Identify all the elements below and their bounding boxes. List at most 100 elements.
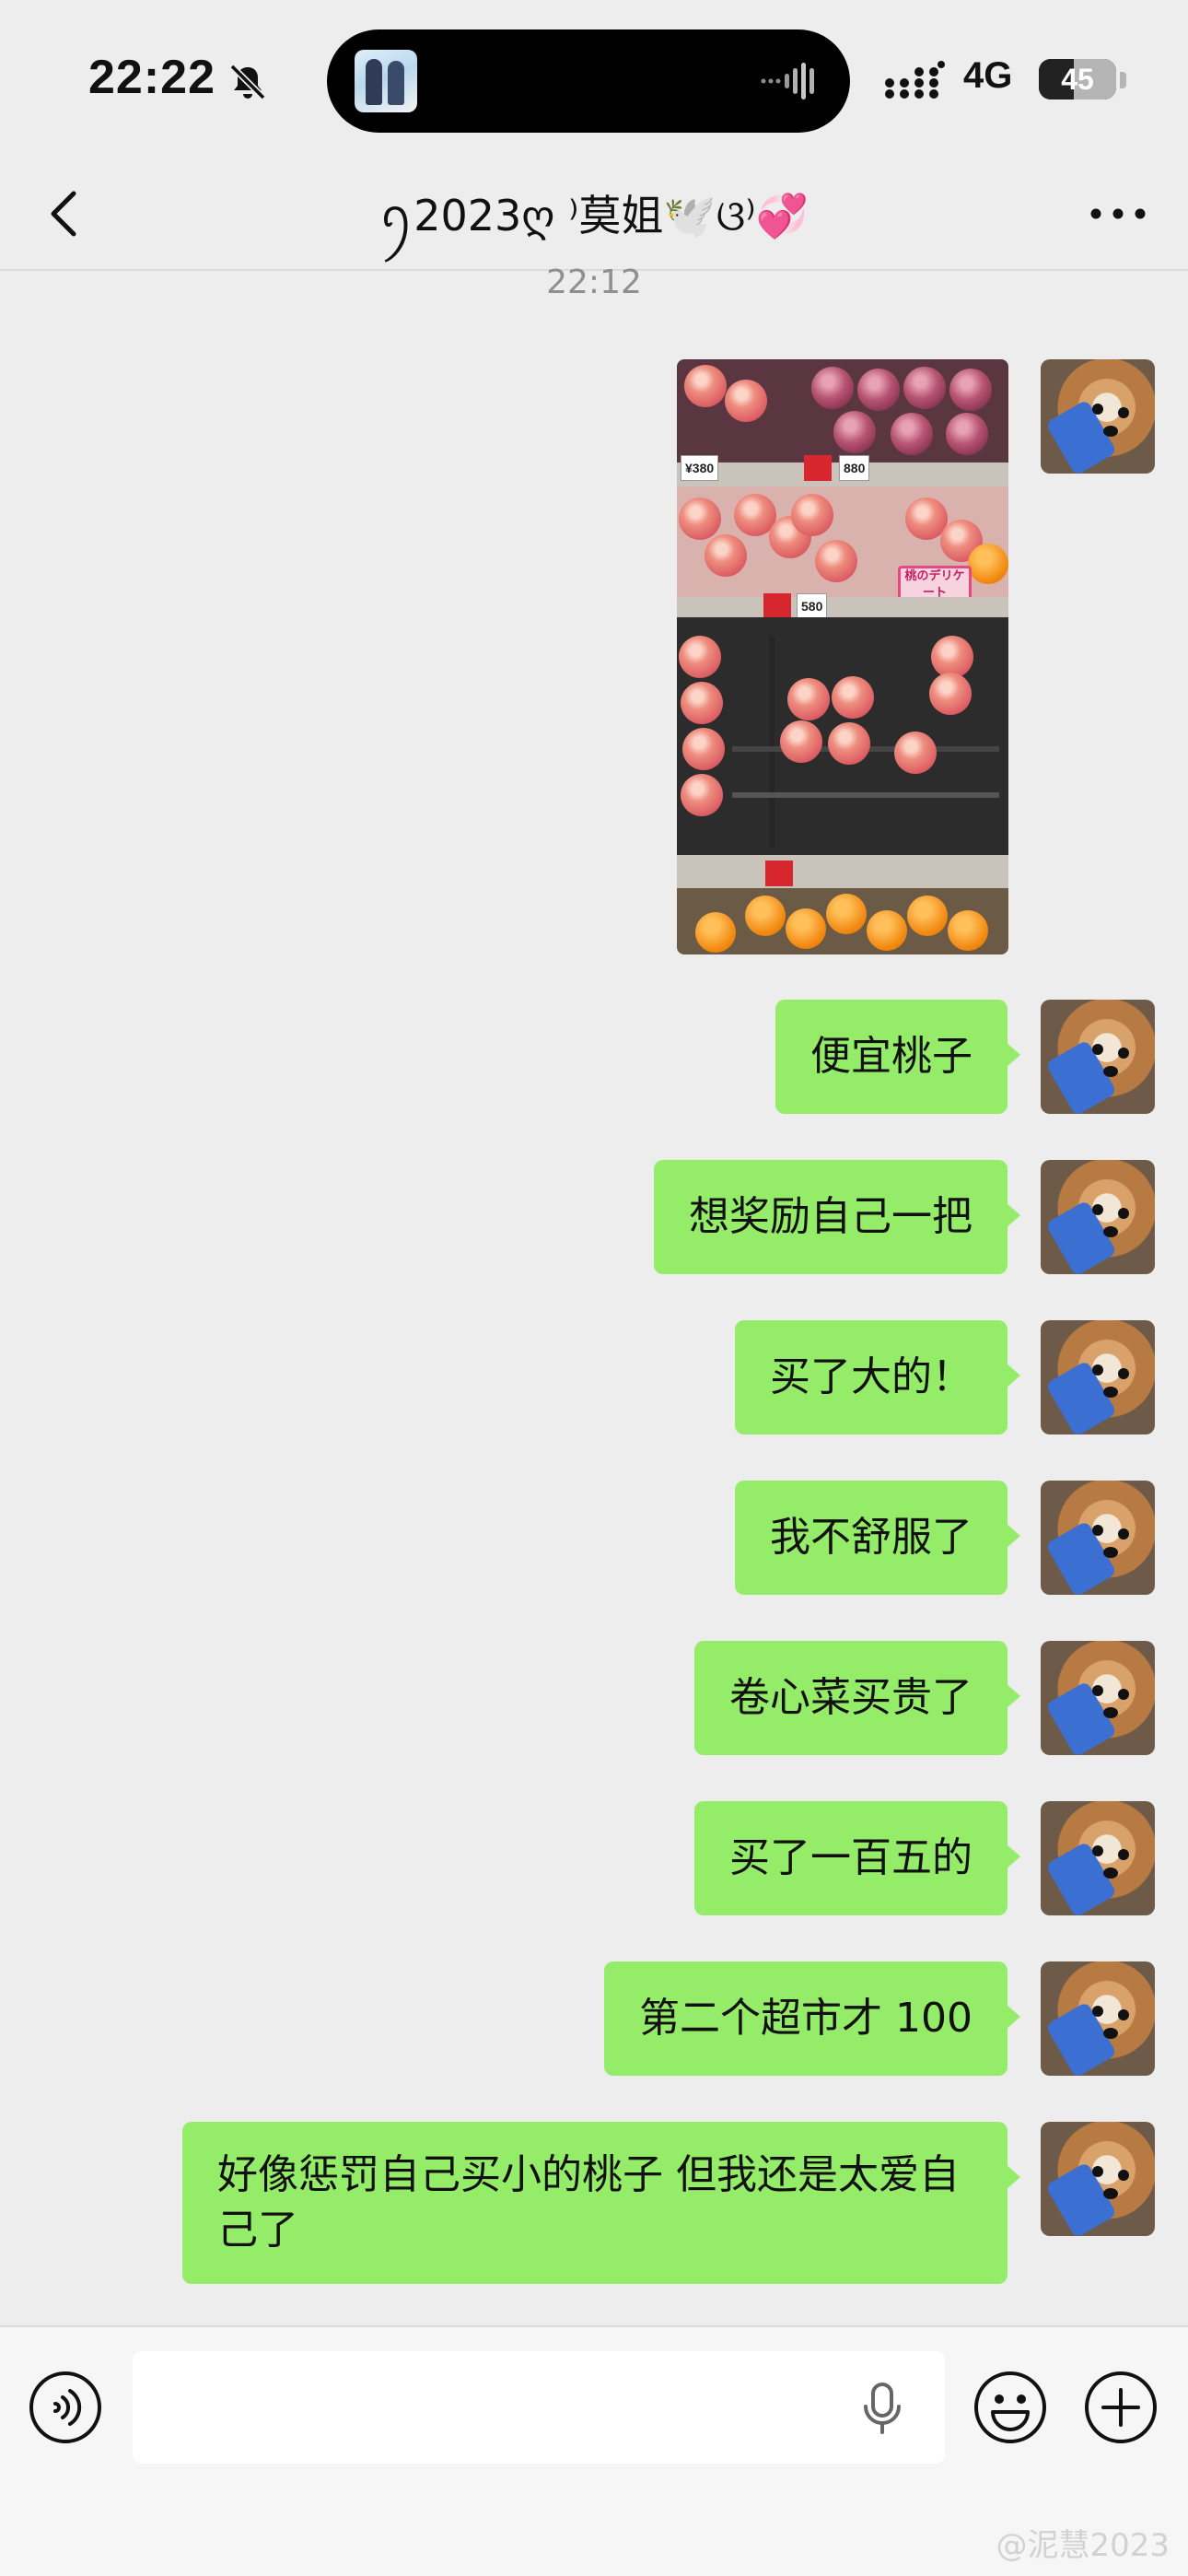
plum (811, 367, 854, 409)
peach (832, 676, 874, 719)
rack-bar (769, 636, 775, 848)
message-bubble[interactable]: 好像惩罚自己买小的桃子 但我还是太爱自己了 (182, 2122, 1020, 2284)
avatar-eye (1118, 1528, 1129, 1540)
battery-icon: 45 (1039, 59, 1116, 100)
orange (948, 910, 988, 951)
avatar-nose (1103, 1387, 1118, 1398)
avatar-phone (1044, 1841, 1118, 1915)
peach (681, 774, 723, 816)
avatar-eye (1118, 407, 1129, 418)
orange (745, 896, 786, 936)
plum (903, 367, 946, 409)
plum (949, 369, 992, 411)
orange (907, 896, 948, 936)
peach (725, 380, 767, 422)
avatar-eye (1092, 404, 1103, 415)
avatar-nose (1103, 2028, 1118, 2039)
chevron-left-icon[interactable] (33, 181, 99, 247)
avatar-eye (1118, 1849, 1129, 1860)
rack-bar (732, 792, 999, 798)
peach (679, 498, 721, 540)
bell-slash-icon (229, 64, 266, 100)
message-timestamp: 22:12 (546, 263, 642, 301)
message-input[interactable] (133, 2351, 945, 2464)
chat-header: ꪆ2023ღ ⁾莫姐🕊️ଓ⁾💞 (0, 157, 1188, 271)
status-time: 22:22 (88, 51, 215, 104)
message-bubble[interactable]: 便宜桃子 (775, 1000, 1020, 1114)
plum (946, 413, 988, 455)
avatar-nose (1103, 1226, 1118, 1237)
peach (894, 732, 937, 774)
avatar-eye (1092, 1204, 1103, 1215)
photo-message[interactable]: ¥380 880 桃のデリケート 580 (677, 359, 1008, 954)
avatar[interactable] (1041, 359, 1155, 474)
peach (684, 365, 727, 407)
avatar-nose (1103, 426, 1118, 437)
avatar-nose (1103, 1707, 1118, 1718)
dynamic-island[interactable] (327, 29, 850, 133)
avatar-eye (1118, 2009, 1129, 2020)
avatar-eye (1118, 1689, 1129, 1700)
avatar-nose (1103, 1066, 1118, 1077)
status-bar: 22:22 4G 45 (0, 0, 1188, 157)
avatar-nose (1103, 1547, 1118, 1558)
message-bubble[interactable]: 买了一百五的 (694, 1801, 1020, 1915)
shelf-edge (677, 597, 1008, 617)
avatar-eye (1092, 1845, 1103, 1856)
message-bubble[interactable]: 买了大的！ (735, 1320, 1020, 1434)
peach (682, 728, 725, 770)
avatar-phone (1044, 2001, 1118, 2076)
avatar-nose (1103, 1868, 1118, 1879)
shelf-edge (677, 855, 1008, 888)
more-icon[interactable] (1081, 181, 1155, 247)
avatar-phone (1044, 1360, 1118, 1434)
voice-icon[interactable] (28, 2370, 103, 2445)
avatar[interactable] (1041, 1961, 1155, 2076)
message-bubble[interactable]: 第二个超市才 100 (604, 1961, 1020, 2076)
message-bubble[interactable]: 卷心菜买贵了 (694, 1641, 1020, 1755)
avatar-eye (1118, 2170, 1129, 2181)
avatar[interactable] (1041, 1000, 1155, 1114)
avatar-eye (1092, 2006, 1103, 2017)
audio-waveform-icon (761, 63, 814, 100)
avatar-eye (1092, 1525, 1103, 1536)
chat-title: ꪆ2023ღ ⁾莫姐🕊️ଓ⁾💞 (379, 191, 809, 240)
orange (695, 912, 736, 953)
peach (780, 720, 822, 763)
message-bubble[interactable]: 我不舒服了 (735, 1481, 1020, 1595)
microphone-icon[interactable] (856, 2381, 908, 2436)
plus-icon[interactable] (1083, 2370, 1159, 2445)
price-tag: 880 (839, 455, 870, 481)
avatar-phone (1044, 1039, 1118, 1114)
avatar[interactable] (1041, 1641, 1155, 1755)
avatar[interactable] (1041, 1160, 1155, 1274)
avatar-phone (1044, 399, 1118, 474)
avatar[interactable] (1041, 1801, 1155, 1915)
plum (857, 369, 900, 411)
orange (826, 894, 867, 934)
emoji-icon[interactable] (973, 2370, 1048, 2445)
orange (968, 544, 1008, 584)
avatar-phone (1044, 1520, 1118, 1595)
price-tag: ¥380 (681, 455, 719, 481)
now-playing-thumbnail[interactable] (355, 50, 417, 112)
avatar-eye (1092, 1364, 1103, 1376)
message-bubble[interactable]: 想奖励自己一把 (654, 1160, 1020, 1274)
avatar-phone (1044, 1200, 1118, 1274)
price-tag-red (804, 455, 832, 481)
peach (705, 534, 747, 577)
avatar-nose (1103, 2188, 1118, 2199)
avatar-eye (1092, 1685, 1103, 1696)
avatar-phone (1044, 1680, 1118, 1755)
peach (815, 540, 857, 582)
avatar[interactable] (1041, 1481, 1155, 1595)
avatar[interactable] (1041, 2122, 1155, 2236)
price-tag: 580 (797, 593, 828, 619)
avatar-eye (1092, 1044, 1103, 1055)
battery-percentage: 45 (1061, 63, 1094, 96)
price-tag-red (763, 593, 791, 619)
avatar-eye (1118, 1048, 1129, 1059)
avatar[interactable] (1041, 1320, 1155, 1434)
orange (786, 908, 826, 949)
peach (679, 636, 721, 678)
